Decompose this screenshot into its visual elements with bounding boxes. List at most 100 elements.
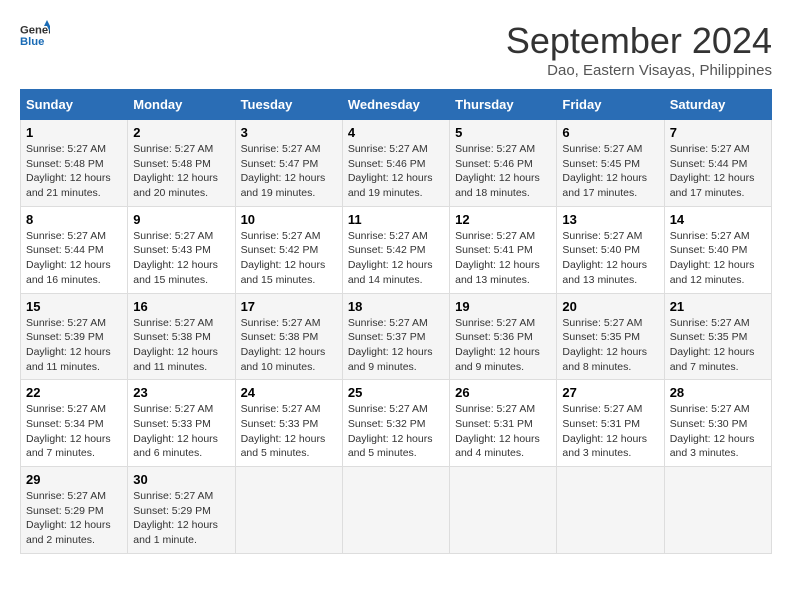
day-number: 27: [562, 385, 658, 400]
calendar-cell: 2Sunrise: 5:27 AM Sunset: 5:48 PM Daylig…: [128, 120, 235, 207]
cell-content: Sunrise: 5:27 AM Sunset: 5:36 PM Dayligh…: [455, 317, 540, 373]
day-number: 23: [133, 385, 229, 400]
calendar-cell: 15Sunrise: 5:27 AM Sunset: 5:39 PM Dayli…: [21, 293, 128, 380]
cell-content: Sunrise: 5:27 AM Sunset: 5:43 PM Dayligh…: [133, 230, 218, 286]
cell-content: Sunrise: 5:27 AM Sunset: 5:29 PM Dayligh…: [133, 490, 218, 546]
calendar-cell: 4 Sunrise: 5:27 AM Sunset: 5:46 PM Daylig…: [342, 120, 449, 207]
calendar-cell: 27 Sunrise: 5:27 AM Sunset: 5:31 PM Dayli…: [557, 380, 664, 467]
day-number: 12: [455, 212, 551, 227]
cell-content: Sunrise: 5:27 AM Sunset: 5:31 PM Dayligh…: [455, 403, 540, 459]
cell-content: Sunrise: 5:27 AM Sunset: 5:34 PM Dayligh…: [26, 403, 111, 459]
calendar-week-row: 1 Sunrise: 5:27 AM Sunset: 5:48 PM Daylig…: [21, 120, 772, 207]
calendar-cell: 3 Sunrise: 5:27 AM Sunset: 5:47 PM Daylig…: [235, 120, 342, 207]
cell-content: Sunrise: 5:27 AM Sunset: 5:32 PM Dayligh…: [348, 403, 433, 459]
header-friday: Friday: [557, 90, 664, 120]
calendar-cell: 20Sunrise: 5:27 AM Sunset: 5:35 PM Dayli…: [557, 293, 664, 380]
calendar-cell: 7 Sunrise: 5:27 AM Sunset: 5:44 PM Daylig…: [664, 120, 771, 207]
cell-content: Sunrise: 5:27 AM Sunset: 5:33 PM Dayligh…: [133, 403, 218, 459]
calendar-week-row: 8 Sunrise: 5:27 AM Sunset: 5:44 PM Daylig…: [21, 206, 772, 293]
logo-icon: General Blue: [20, 20, 50, 50]
header-saturday: Saturday: [664, 90, 771, 120]
day-number: 26: [455, 385, 551, 400]
page-title: September 2024: [506, 20, 772, 62]
calendar-cell: 21Sunrise: 5:27 AM Sunset: 5:35 PM Dayli…: [664, 293, 771, 380]
day-number: 29: [26, 472, 122, 487]
day-number: 7: [670, 125, 766, 140]
calendar-cell: 10 Sunrise: 5:27 AM Sunset: 5:42 PM Dayli…: [235, 206, 342, 293]
day-number: 22: [26, 385, 122, 400]
calendar-cell: 25 Sunrise: 5:27 AM Sunset: 5:32 PM Dayli…: [342, 380, 449, 467]
cell-content: Sunrise: 5:27 AM Sunset: 5:33 PM Dayligh…: [241, 403, 326, 459]
cell-content: Sunrise: 5:27 AM Sunset: 5:46 PM Dayligh…: [455, 143, 540, 199]
calendar-cell: 9 Sunrise: 5:27 AM Sunset: 5:43 PM Daylig…: [128, 206, 235, 293]
day-number: 14: [670, 212, 766, 227]
calendar-header-row: SundayMondayTuesdayWednesdayThursdayFrid…: [21, 90, 772, 120]
cell-content: Sunrise: 5:27 AM Sunset: 5:40 PM Dayligh…: [562, 230, 647, 286]
day-number: 5: [455, 125, 551, 140]
day-number: 6: [562, 125, 658, 140]
header-tuesday: Tuesday: [235, 90, 342, 120]
calendar-cell: 24 Sunrise: 5:27 AM Sunset: 5:33 PM Dayli…: [235, 380, 342, 467]
cell-content: Sunrise: 5:27 AM Sunset: 5:48 PM Dayligh…: [133, 143, 218, 199]
header-wednesday: Wednesday: [342, 90, 449, 120]
calendar-cell: 1Sunrise: 5:27 AM Sunset: 5:48 PM Daylig…: [21, 120, 128, 207]
cell-content: Sunrise: 5:27 AM Sunset: 5:44 PM Dayligh…: [670, 143, 755, 199]
calendar-table: SundayMondayTuesdayWednesdayThursdayFrid…: [20, 89, 772, 554]
day-number: 4: [348, 125, 444, 140]
logo: General Blue: [20, 20, 50, 50]
calendar-cell: [557, 467, 664, 554]
calendar-cell: [664, 467, 771, 554]
cell-content: Sunrise: 5:27 AM Sunset: 5:42 PM Dayligh…: [241, 230, 326, 286]
calendar-cell: 5 Sunrise: 5:27 AM Sunset: 5:46 PM Daylig…: [450, 120, 557, 207]
cell-content: Sunrise: 5:27 AM Sunset: 5:47 PM Dayligh…: [241, 143, 326, 199]
title-section: September 2024 Dao, Eastern Visayas, Phi…: [506, 20, 772, 79]
cell-content: Sunrise: 5:27 AM Sunset: 5:42 PM Dayligh…: [348, 230, 433, 286]
page-subtitle: Dao, Eastern Visayas, Philippines: [506, 62, 772, 79]
calendar-cell: 29 Sunrise: 5:27 AM Sunset: 5:29 PM Dayli…: [21, 467, 128, 554]
cell-content: Sunrise: 5:27 AM Sunset: 5:37 PM Dayligh…: [348, 317, 433, 373]
calendar-cell: 19Sunrise: 5:27 AM Sunset: 5:36 PM Dayli…: [450, 293, 557, 380]
calendar-cell: [342, 467, 449, 554]
cell-content: Sunrise: 5:27 AM Sunset: 5:44 PM Dayligh…: [26, 230, 111, 286]
header-thursday: Thursday: [450, 90, 557, 120]
calendar-cell: 18Sunrise: 5:27 AM Sunset: 5:37 PM Dayli…: [342, 293, 449, 380]
calendar-week-row: 15Sunrise: 5:27 AM Sunset: 5:39 PM Dayli…: [21, 293, 772, 380]
cell-content: Sunrise: 5:27 AM Sunset: 5:35 PM Dayligh…: [670, 317, 755, 373]
cell-content: Sunrise: 5:27 AM Sunset: 5:30 PM Dayligh…: [670, 403, 755, 459]
cell-content: Sunrise: 5:27 AM Sunset: 5:41 PM Dayligh…: [455, 230, 540, 286]
cell-content: Sunrise: 5:27 AM Sunset: 5:38 PM Dayligh…: [133, 317, 218, 373]
cell-content: Sunrise: 5:27 AM Sunset: 5:46 PM Dayligh…: [348, 143, 433, 199]
header-monday: Monday: [128, 90, 235, 120]
cell-content: Sunrise: 5:27 AM Sunset: 5:38 PM Dayligh…: [241, 317, 326, 373]
day-number: 10: [241, 212, 337, 227]
svg-text:Blue: Blue: [20, 36, 44, 48]
calendar-cell: 6Sunrise: 5:27 AM Sunset: 5:45 PM Daylig…: [557, 120, 664, 207]
day-number: 3: [241, 125, 337, 140]
day-number: 11: [348, 212, 444, 227]
calendar-week-row: 22 Sunrise: 5:27 AM Sunset: 5:34 PM Dayli…: [21, 380, 772, 467]
day-number: 24: [241, 385, 337, 400]
cell-content: Sunrise: 5:27 AM Sunset: 5:31 PM Dayligh…: [562, 403, 647, 459]
day-number: 9: [133, 212, 229, 227]
day-number: 25: [348, 385, 444, 400]
calendar-cell: 11 Sunrise: 5:27 AM Sunset: 5:42 PM Dayli…: [342, 206, 449, 293]
page-header: General Blue September 2024 Dao, Eastern…: [20, 20, 772, 79]
cell-content: Sunrise: 5:27 AM Sunset: 5:35 PM Dayligh…: [562, 317, 647, 373]
day-number: 13: [562, 212, 658, 227]
svg-text:General: General: [20, 25, 50, 37]
day-number: 1: [26, 125, 122, 140]
calendar-week-row: 29 Sunrise: 5:27 AM Sunset: 5:29 PM Dayli…: [21, 467, 772, 554]
day-number: 8: [26, 212, 122, 227]
day-number: 30: [133, 472, 229, 487]
day-number: 16: [133, 299, 229, 314]
cell-content: Sunrise: 5:27 AM Sunset: 5:29 PM Dayligh…: [26, 490, 111, 546]
calendar-cell: 26 Sunrise: 5:27 AM Sunset: 5:31 PM Dayli…: [450, 380, 557, 467]
calendar-cell: 16 Sunrise: 5:27 AM Sunset: 5:38 PM Dayli…: [128, 293, 235, 380]
calendar-cell: 17Sunrise: 5:27 AM Sunset: 5:38 PM Dayli…: [235, 293, 342, 380]
calendar-cell: 23 Sunrise: 5:27 AM Sunset: 5:33 PM Dayli…: [128, 380, 235, 467]
calendar-cell: 30 Sunrise: 5:27 AM Sunset: 5:29 PM Dayli…: [128, 467, 235, 554]
calendar-cell: [235, 467, 342, 554]
calendar-cell: [450, 467, 557, 554]
cell-content: Sunrise: 5:27 AM Sunset: 5:40 PM Dayligh…: [670, 230, 755, 286]
day-number: 15: [26, 299, 122, 314]
